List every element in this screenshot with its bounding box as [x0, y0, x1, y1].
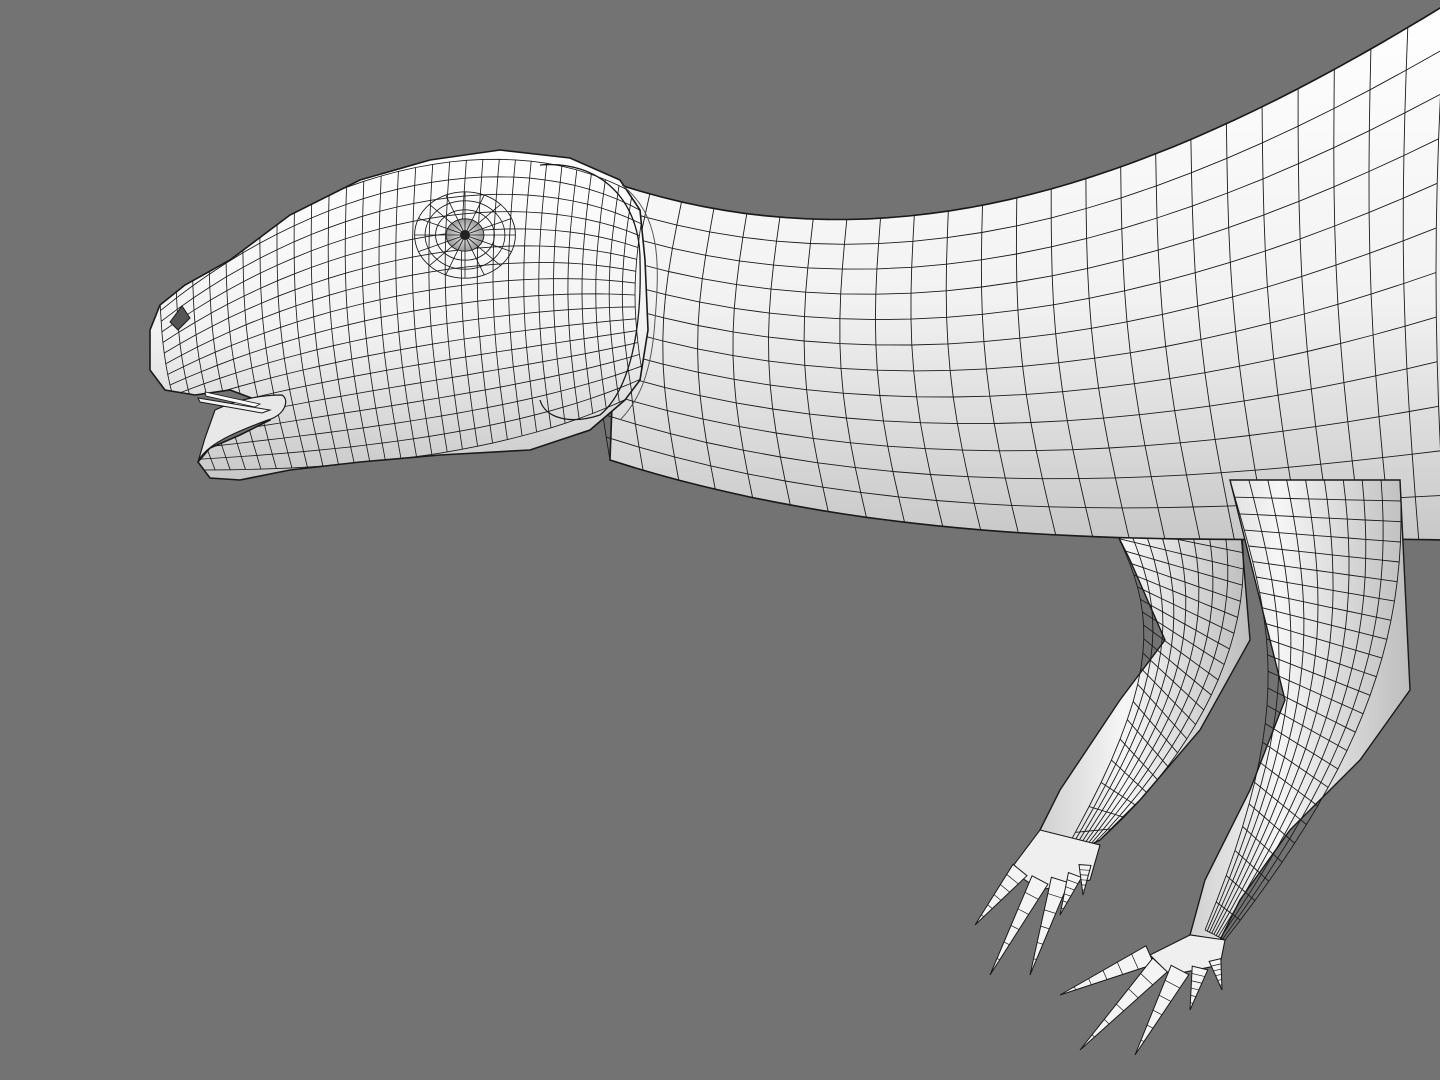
- viewport-canvas[interactable]: [0, 0, 1440, 1080]
- near-hand-claws: [1059, 934, 1226, 1056]
- eye-socket: [414, 191, 516, 279]
- dinosaur-body: [596, 7, 1440, 541]
- dinosaur-head: [149, 149, 658, 481]
- far-hand-claws: [974, 829, 1101, 976]
- 3d-viewport[interactable]: [0, 0, 1440, 1080]
